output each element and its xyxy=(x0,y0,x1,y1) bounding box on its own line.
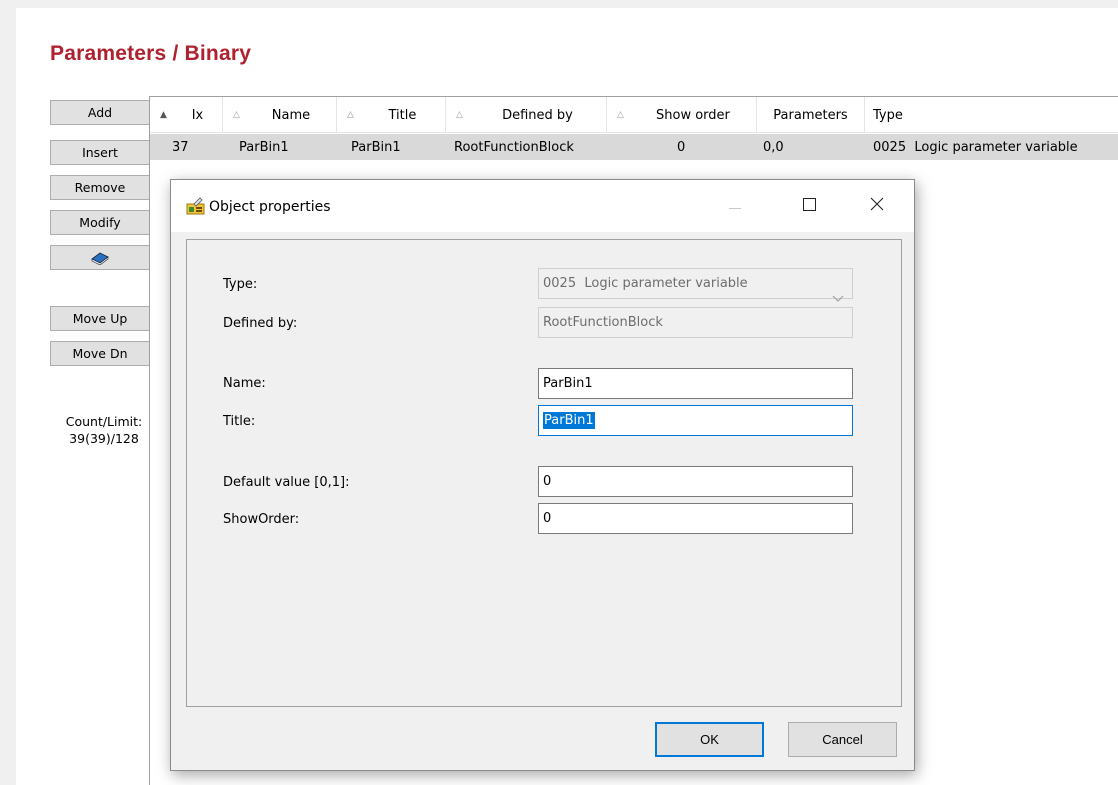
book-icon xyxy=(90,251,110,265)
close-icon xyxy=(870,197,884,215)
sort-icon: △ xyxy=(617,110,624,120)
cell-parameters: 0,0 xyxy=(763,139,784,155)
type-label: Type: xyxy=(223,277,258,292)
defined-by-field: RootFunctionBlock xyxy=(538,307,853,338)
column-header-title[interactable]: △ Title xyxy=(337,97,446,133)
minimize-icon xyxy=(729,199,741,214)
add-button[interactable]: Add xyxy=(50,100,150,125)
dialog-titlebar[interactable]: Object properties xyxy=(171,180,914,232)
title-field[interactable]: ParBin1 xyxy=(538,405,853,436)
cell-show-order: 0 xyxy=(677,139,686,155)
dialog-title: Object properties xyxy=(209,199,331,215)
cancel-button[interactable]: Cancel xyxy=(788,722,897,757)
object-properties-icon xyxy=(186,197,206,219)
cell-type: 0025 Logic parameter variable xyxy=(873,139,1078,155)
type-combobox[interactable]: 0025 Logic parameter variable xyxy=(538,268,853,302)
move-dn-button[interactable]: Move Dn xyxy=(50,341,150,366)
count-limit-value: 39(39)/128 xyxy=(69,431,139,446)
move-up-button[interactable]: Move Up xyxy=(50,306,150,331)
column-header-show-order[interactable]: △ Show order xyxy=(607,97,757,133)
ok-button[interactable]: OK xyxy=(655,722,764,757)
defined-by-label: Defined by: xyxy=(223,316,298,331)
title-label: Title: xyxy=(223,414,256,429)
grid-header: ▲ Ix △ Name △ Title △ Defined by △ Show … xyxy=(150,97,1118,133)
sort-icon: △ xyxy=(456,110,463,120)
close-button[interactable] xyxy=(854,191,900,221)
name-label: Name: xyxy=(223,376,266,391)
cell-defined-by: RootFunctionBlock xyxy=(454,139,574,155)
showorder-label: ShowOrder: xyxy=(223,512,300,527)
table-row[interactable]: 37 ParBin1 ParBin1 RootFunctionBlock 0 0… xyxy=(150,134,1118,160)
column-header-ix[interactable]: ▲ Ix xyxy=(150,97,223,133)
column-header-type[interactable]: Type xyxy=(865,97,1118,133)
help-button[interactable] xyxy=(50,245,150,270)
title-field-selected-text: ParBin1 xyxy=(543,412,595,429)
cell-name: ParBin1 xyxy=(239,139,289,155)
column-header-name[interactable]: △ Name xyxy=(223,97,337,133)
insert-button[interactable]: Insert xyxy=(50,140,150,165)
sort-icon: △ xyxy=(233,110,240,120)
count-limit-label: Count/Limit: xyxy=(65,414,143,429)
showorder-field[interactable]: 0 xyxy=(538,503,853,534)
sort-asc-icon: ▲ xyxy=(160,110,167,120)
maximize-button[interactable] xyxy=(786,191,832,221)
name-field[interactable]: ParBin1 xyxy=(538,368,853,399)
column-header-parameters[interactable]: Parameters xyxy=(757,97,865,133)
object-properties-dialog: Object properties Type: 0025 Logic param… xyxy=(170,179,915,771)
minimize-button[interactable] xyxy=(712,191,758,221)
column-header-defined-by[interactable]: △ Defined by xyxy=(446,97,607,133)
dialog-client-area: Type: 0025 Logic parameter variable Defi… xyxy=(186,239,902,707)
default-value-field[interactable]: 0 xyxy=(538,466,853,497)
remove-button[interactable]: Remove xyxy=(50,175,150,200)
modify-button[interactable]: Modify xyxy=(50,210,150,235)
cell-title: ParBin1 xyxy=(351,139,401,155)
default-value-label: Default value [0,1]: xyxy=(223,475,350,490)
cell-ix: 37 xyxy=(172,139,189,155)
page-title: Parameters / Binary xyxy=(50,42,252,65)
sort-icon: △ xyxy=(347,110,354,120)
maximize-icon xyxy=(802,197,816,215)
